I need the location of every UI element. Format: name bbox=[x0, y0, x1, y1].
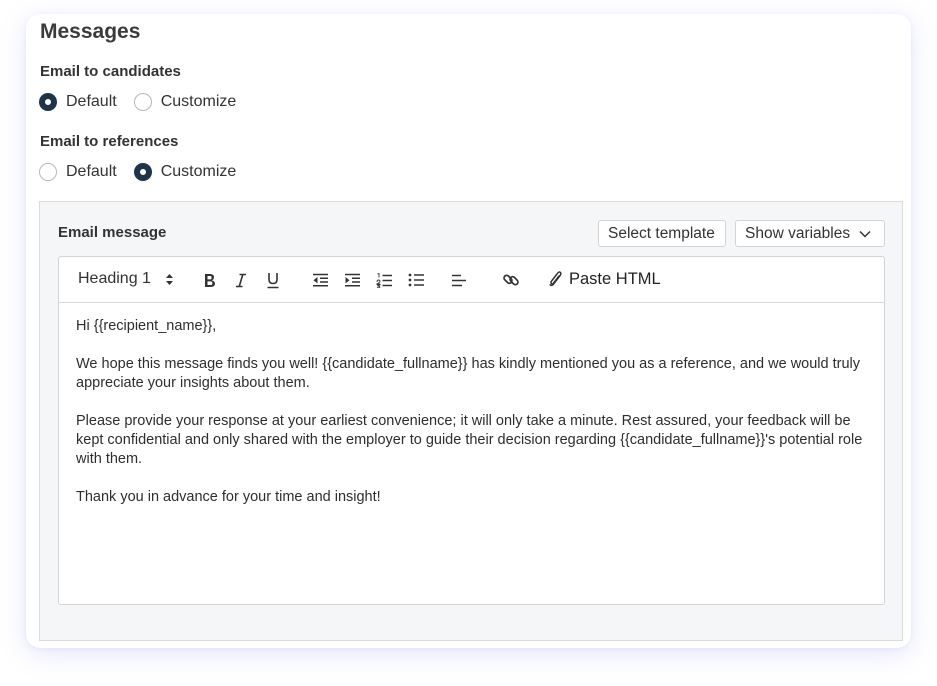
ordered-list-button[interactable] bbox=[375, 270, 393, 290]
align-left-button[interactable] bbox=[450, 270, 468, 290]
heading-select-value: Heading 1 bbox=[78, 270, 151, 287]
heading-select[interactable]: Heading 1 bbox=[78, 269, 174, 289]
link-icon bbox=[502, 274, 519, 286]
candidates-customize-option[interactable]: Customize bbox=[133, 93, 237, 111]
references-email-label: Email to references bbox=[40, 133, 179, 150]
message-paragraph: We hope this message finds you well! {{c… bbox=[76, 356, 861, 391]
messages-card: Messages Email to candidates Default Cus… bbox=[26, 14, 911, 648]
bold-button[interactable] bbox=[200, 270, 218, 290]
radio-label: Default bbox=[66, 93, 117, 110]
radio-unchecked-icon[interactable] bbox=[133, 93, 152, 111]
select-template-label: Select template bbox=[608, 224, 715, 242]
email-body[interactable]: Hi {{recipient_name}}, We hope this mess… bbox=[76, 317, 876, 526]
bold-icon bbox=[204, 273, 215, 287]
chevron-down-icon bbox=[859, 230, 871, 238]
section-title: Messages bbox=[40, 20, 141, 43]
italic-icon bbox=[236, 273, 246, 287]
paste-html-label: Paste HTML bbox=[569, 269, 661, 288]
outdent-icon bbox=[312, 273, 328, 287]
message-greeting: Hi {{recipient_name}}, bbox=[76, 318, 217, 334]
radio-label: Customize bbox=[160, 93, 237, 110]
message-paragraph: Please provide your response at your ear… bbox=[76, 413, 863, 467]
radio-checked-icon[interactable] bbox=[133, 163, 152, 181]
paperclip-icon bbox=[549, 271, 562, 287]
select-template-button[interactable]: Select template bbox=[598, 220, 726, 247]
references-customize-option[interactable]: Customize bbox=[133, 163, 237, 181]
radio-label: Default bbox=[66, 163, 117, 180]
email-message-title: Email message bbox=[58, 224, 167, 241]
email-message-panel: Email message Select template Show varia… bbox=[39, 201, 903, 641]
show-variables-button[interactable]: Show variables bbox=[735, 220, 885, 247]
references-radio-group: Default Customize bbox=[39, 161, 253, 183]
candidates-radio-group: Default Customize bbox=[39, 91, 253, 113]
outdent-button[interactable] bbox=[311, 270, 329, 290]
link-button[interactable] bbox=[501, 270, 520, 290]
candidates-email-label: Email to candidates bbox=[40, 63, 181, 80]
radio-unchecked-icon[interactable] bbox=[39, 163, 57, 181]
editor-toolbar: Heading 1 Paste HTML bbox=[59, 257, 884, 303]
italic-button[interactable] bbox=[232, 270, 250, 290]
updown-arrows-icon bbox=[165, 273, 173, 285]
ordered-list-icon bbox=[375, 272, 392, 288]
paste-html-button[interactable]: Paste HTML bbox=[549, 269, 661, 289]
underline-button[interactable] bbox=[264, 270, 282, 290]
radio-label: Customize bbox=[160, 163, 237, 180]
bullet-list-icon bbox=[408, 273, 424, 287]
bullet-list-button[interactable] bbox=[407, 270, 425, 290]
references-default-option[interactable]: Default bbox=[39, 163, 117, 181]
indent-icon bbox=[344, 273, 360, 287]
align-left-icon bbox=[452, 274, 466, 286]
message-closing: Thank you in advance for your time and i… bbox=[76, 489, 381, 505]
underline-icon bbox=[267, 272, 279, 288]
candidates-default-option[interactable]: Default bbox=[39, 93, 117, 111]
radio-checked-icon[interactable] bbox=[39, 93, 57, 111]
show-variables-label: Show variables bbox=[745, 224, 851, 242]
rich-text-editor[interactable]: Heading 1 Paste HTML Hi {{recipient_name… bbox=[58, 256, 885, 605]
indent-button[interactable] bbox=[343, 270, 361, 290]
